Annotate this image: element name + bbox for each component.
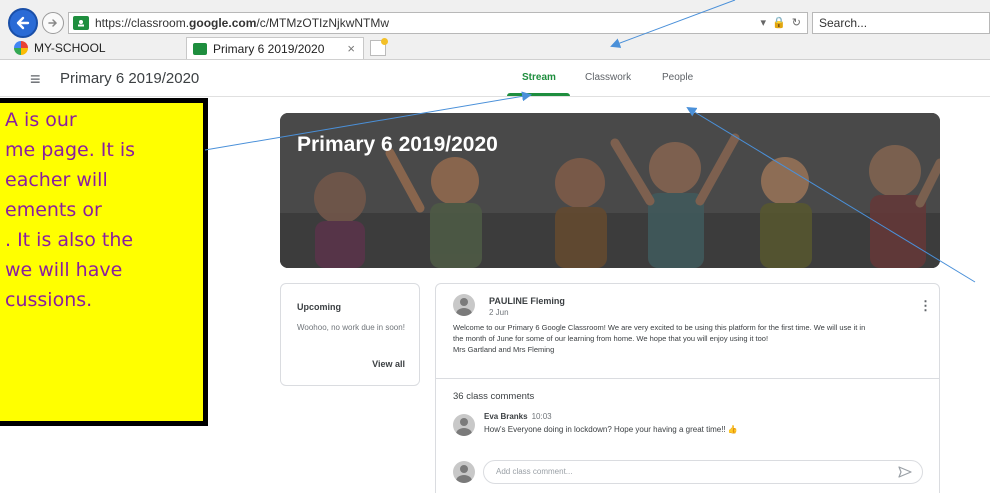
comment-author: Eva Branks 10:03	[484, 412, 552, 421]
tab-strip: MY-SCHOOL Primary 6 2019/2020 ×	[0, 36, 990, 60]
school-favicon-icon	[14, 41, 28, 55]
comment-text: How's Everyone doing in lockdown? Hope y…	[484, 425, 738, 434]
comment-time: 10:03	[531, 412, 552, 421]
upcoming-title: Upcoming	[297, 302, 341, 312]
lock-icon: 🔒	[772, 17, 786, 29]
more-options-icon[interactable]: ⋮	[919, 298, 932, 314]
divider	[436, 378, 939, 379]
annotation-note: A is our me page. It is eacher will emen…	[0, 98, 208, 426]
send-icon[interactable]	[898, 466, 912, 478]
class-title[interactable]: Primary 6 2019/2020	[60, 70, 199, 87]
tab-primary-6[interactable]: Primary 6 2019/2020 ×	[186, 37, 364, 59]
tab-stream[interactable]: Stream	[522, 72, 556, 83]
arrow-left-icon	[16, 16, 30, 30]
refresh-icon[interactable]: ↻	[792, 16, 801, 29]
tab-classwork[interactable]: Classwork	[585, 72, 631, 83]
search-input[interactable]: Search...	[812, 12, 990, 34]
add-comment-input[interactable]: Add class comment...	[483, 460, 923, 484]
arrow-right-icon	[48, 19, 58, 27]
tab-people[interactable]: People	[662, 72, 693, 83]
forward-button[interactable]	[42, 12, 64, 34]
class-banner: Primary 6 2019/2020	[280, 113, 940, 268]
upcoming-text: Woohoo, no work due in soon!	[297, 323, 405, 332]
announcement-card: PAULINE Fleming 2 Jun ⋮ Welcome to our P…	[435, 283, 940, 493]
upcoming-card: Upcoming Woohoo, no work due in soon! Vi…	[280, 283, 420, 386]
post-body: Welcome to our Primary 6 Google Classroo…	[453, 323, 866, 354]
post-date: 2 Jun	[489, 308, 509, 317]
view-all-link[interactable]: View all	[372, 359, 405, 369]
address-bar[interactable]: https://classroom.google.com/c/MTMzOTIzN…	[68, 12, 808, 34]
url-text: https://classroom.google.com/c/MTMzOTIzN…	[95, 16, 390, 30]
new-tab-button[interactable]	[370, 38, 388, 56]
avatar	[453, 461, 475, 483]
browser-chrome: https://classroom.google.com/c/MTMzOTIzN…	[0, 0, 990, 60]
avatar	[453, 294, 475, 316]
menu-icon[interactable]: ≡	[30, 69, 41, 90]
banner-title: Primary 6 2019/2020	[297, 133, 498, 156]
close-icon[interactable]: ×	[347, 41, 355, 56]
classroom-favicon-icon	[193, 42, 207, 55]
post-author: PAULINE Fleming	[489, 296, 565, 306]
back-button[interactable]	[8, 8, 38, 38]
classroom-favicon-icon	[73, 16, 89, 30]
tab-my-school[interactable]: MY-SCHOOL	[8, 37, 180, 59]
active-tab-indicator	[507, 93, 570, 96]
classroom-header: ≡ Primary 6 2019/2020 Stream Classwork P…	[0, 61, 990, 97]
dropdown-icon[interactable]: ▾	[761, 16, 767, 29]
class-comments-link[interactable]: 36 class comments	[453, 391, 534, 402]
avatar	[453, 414, 475, 436]
